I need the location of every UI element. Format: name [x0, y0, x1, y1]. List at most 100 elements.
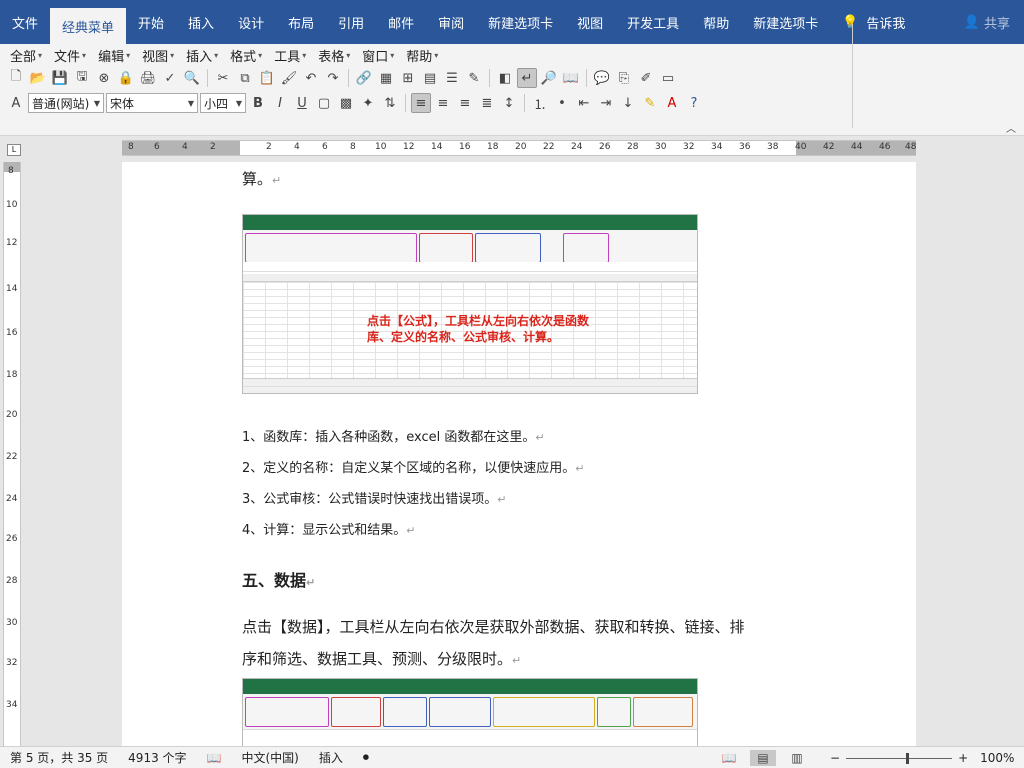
document-page[interactable]: 算。↵ 点击【公式】，工具栏从左向右依次是函数 库、定义的名称、公式审核、计算。: [122, 162, 916, 746]
web-layout-icon[interactable]: ▥: [784, 750, 810, 766]
font-select[interactable]: 宋体 ▼: [106, 93, 198, 113]
tab-stop-selector[interactable]: L: [7, 144, 21, 156]
menu-insert[interactable]: 插入 ▾: [180, 46, 224, 65]
text-effects-icon[interactable]: ✦: [358, 93, 378, 113]
menu-file[interactable]: 文件 ▾: [48, 46, 92, 65]
tab-file[interactable]: 文件: [0, 0, 50, 44]
tell-me-box[interactable]: 💡 告诉我: [830, 0, 917, 44]
share-button[interactable]: 👤 共享: [952, 0, 1024, 44]
tab-references[interactable]: 引用: [326, 0, 376, 44]
undo-icon[interactable]: ↶: [301, 68, 321, 88]
tab-classic-menu[interactable]: 经典菜单: [50, 8, 127, 44]
format-painter-icon[interactable]: 🖌: [279, 68, 299, 88]
markup-icon[interactable]: ✐: [636, 68, 656, 88]
menu-format[interactable]: 格式 ▾: [224, 46, 268, 65]
reading-icon[interactable]: 📖: [561, 68, 581, 88]
vertical-ruler[interactable]: 8 10 12 14 16 18 20 22 24 26 28 30 32 34: [3, 162, 21, 746]
excel-column-headers: [243, 274, 697, 282]
underline-icon[interactable]: U: [292, 93, 312, 113]
zoom-level[interactable]: 100%: [980, 751, 1014, 765]
tab-layout[interactable]: 布局: [276, 0, 326, 44]
tab-new-2[interactable]: 新建选项卡: [741, 0, 830, 44]
ruler-tick: 6: [154, 142, 160, 152]
styles-icon[interactable]: A: [6, 93, 26, 113]
horizontal-ruler[interactable]: 8 6 4 2 2 4 6 8 10 12 14 16 18 20 22 24 …: [122, 140, 916, 156]
menu-help[interactable]: 帮助 ▾: [400, 46, 444, 65]
menu-tools[interactable]: 工具 ▾: [268, 46, 312, 65]
bold-icon[interactable]: B: [248, 93, 268, 113]
language-indicator[interactable]: 中文(中国): [231, 749, 308, 766]
paste-icon[interactable]: 📋: [257, 68, 277, 88]
cut-icon[interactable]: ✂: [213, 68, 233, 88]
line-spacing-icon[interactable]: ↕: [499, 93, 519, 113]
font-size-select[interactable]: 小四 ▼: [200, 93, 246, 113]
tab-help[interactable]: 帮助: [691, 0, 741, 44]
word-count[interactable]: 4913 个字: [118, 749, 196, 766]
spell-check-icon[interactable]: ✓: [160, 68, 180, 88]
highlight-icon[interactable]: ✎: [640, 93, 660, 113]
close-doc-icon[interactable]: ⊗: [94, 68, 114, 88]
bullets-icon[interactable]: •: [552, 93, 572, 113]
document-map-icon[interactable]: ◧: [495, 68, 515, 88]
page-count[interactable]: 第 5 页，共 35 页: [0, 749, 118, 766]
help-icon[interactable]: ?: [684, 93, 704, 113]
insert-mode[interactable]: 插入: [309, 749, 353, 766]
zoom-icon[interactable]: 🔎: [539, 68, 559, 88]
borders-icon[interactable]: ▦: [376, 68, 396, 88]
tab-home[interactable]: 开始: [126, 0, 176, 44]
new-document-icon[interactable]: 🗋: [6, 68, 26, 88]
research-icon[interactable]: 🔍: [182, 68, 202, 88]
columns-icon[interactable]: ☰: [442, 68, 462, 88]
copy-icon[interactable]: ⧉: [235, 68, 255, 88]
excel-table-icon[interactable]: ▤: [420, 68, 440, 88]
hyperlink-icon[interactable]: 🔗: [354, 68, 374, 88]
numbering-icon[interactable]: ⒈: [530, 93, 550, 113]
char-shading-icon[interactable]: ▩: [336, 93, 356, 113]
print-layout-icon[interactable]: ▤: [750, 750, 776, 766]
save-as-icon[interactable]: 🖫: [72, 68, 92, 88]
align-left-icon[interactable]: ≡: [411, 93, 431, 113]
tab-insert[interactable]: 插入: [176, 0, 226, 44]
track-changes-icon[interactable]: ⎘: [614, 68, 634, 88]
open-folder-icon[interactable]: 📂: [28, 68, 48, 88]
char-border-icon[interactable]: ▢: [314, 93, 334, 113]
zoom-slider-thumb[interactable]: [906, 752, 910, 764]
italic-icon[interactable]: I: [270, 93, 290, 113]
increase-indent-icon[interactable]: ⇥: [596, 93, 616, 113]
tab-review[interactable]: 审阅: [426, 0, 476, 44]
sort-icon[interactable]: ↓: [618, 93, 638, 113]
zoom-in-icon[interactable]: +: [958, 751, 968, 765]
menu-table[interactable]: 表格 ▾: [312, 46, 356, 65]
change-case-icon[interactable]: ⇅: [380, 93, 400, 113]
comment-icon[interactable]: 💬: [592, 68, 612, 88]
tab-new-1[interactable]: 新建选项卡: [476, 0, 565, 44]
menu-all[interactable]: 全部 ▾: [4, 46, 48, 65]
proofing-icon[interactable]: 📖: [197, 751, 232, 765]
save-icon[interactable]: 💾: [50, 68, 70, 88]
print-preview-icon[interactable]: 🖨: [138, 68, 158, 88]
font-color-icon[interactable]: A: [662, 93, 682, 113]
tab-design[interactable]: 设计: [226, 0, 276, 44]
menu-view[interactable]: 视图 ▾: [136, 46, 180, 65]
permission-icon[interactable]: 🔒: [116, 68, 136, 88]
collapse-ribbon-icon[interactable]: ︿: [1006, 120, 1016, 135]
read-mode-icon[interactable]: 📖: [716, 750, 742, 766]
macro-record-icon[interactable]: ⏺: [353, 750, 379, 765]
align-center-icon[interactable]: ≡: [433, 93, 453, 113]
tab-mailings[interactable]: 邮件: [376, 0, 426, 44]
zoom-out-icon[interactable]: −: [830, 751, 840, 765]
reviewing-pane-icon[interactable]: ▭: [658, 68, 678, 88]
insert-table-icon[interactable]: ⊞: [398, 68, 418, 88]
style-select[interactable]: 普通(网站) ▼: [28, 93, 104, 113]
redo-icon[interactable]: ↷: [323, 68, 343, 88]
menu-window[interactable]: 窗口 ▾: [356, 46, 400, 65]
menu-edit[interactable]: 编辑 ▾: [92, 46, 136, 65]
show-marks-icon[interactable]: ↵: [517, 68, 537, 88]
decrease-indent-icon[interactable]: ⇤: [574, 93, 594, 113]
align-right-icon[interactable]: ≡: [455, 93, 475, 113]
tab-view[interactable]: 视图: [565, 0, 615, 44]
drawing-icon[interactable]: ✎: [464, 68, 484, 88]
tab-developer[interactable]: 开发工具: [615, 0, 691, 44]
zoom-slider[interactable]: [846, 752, 953, 764]
justify-icon[interactable]: ≣: [477, 93, 497, 113]
